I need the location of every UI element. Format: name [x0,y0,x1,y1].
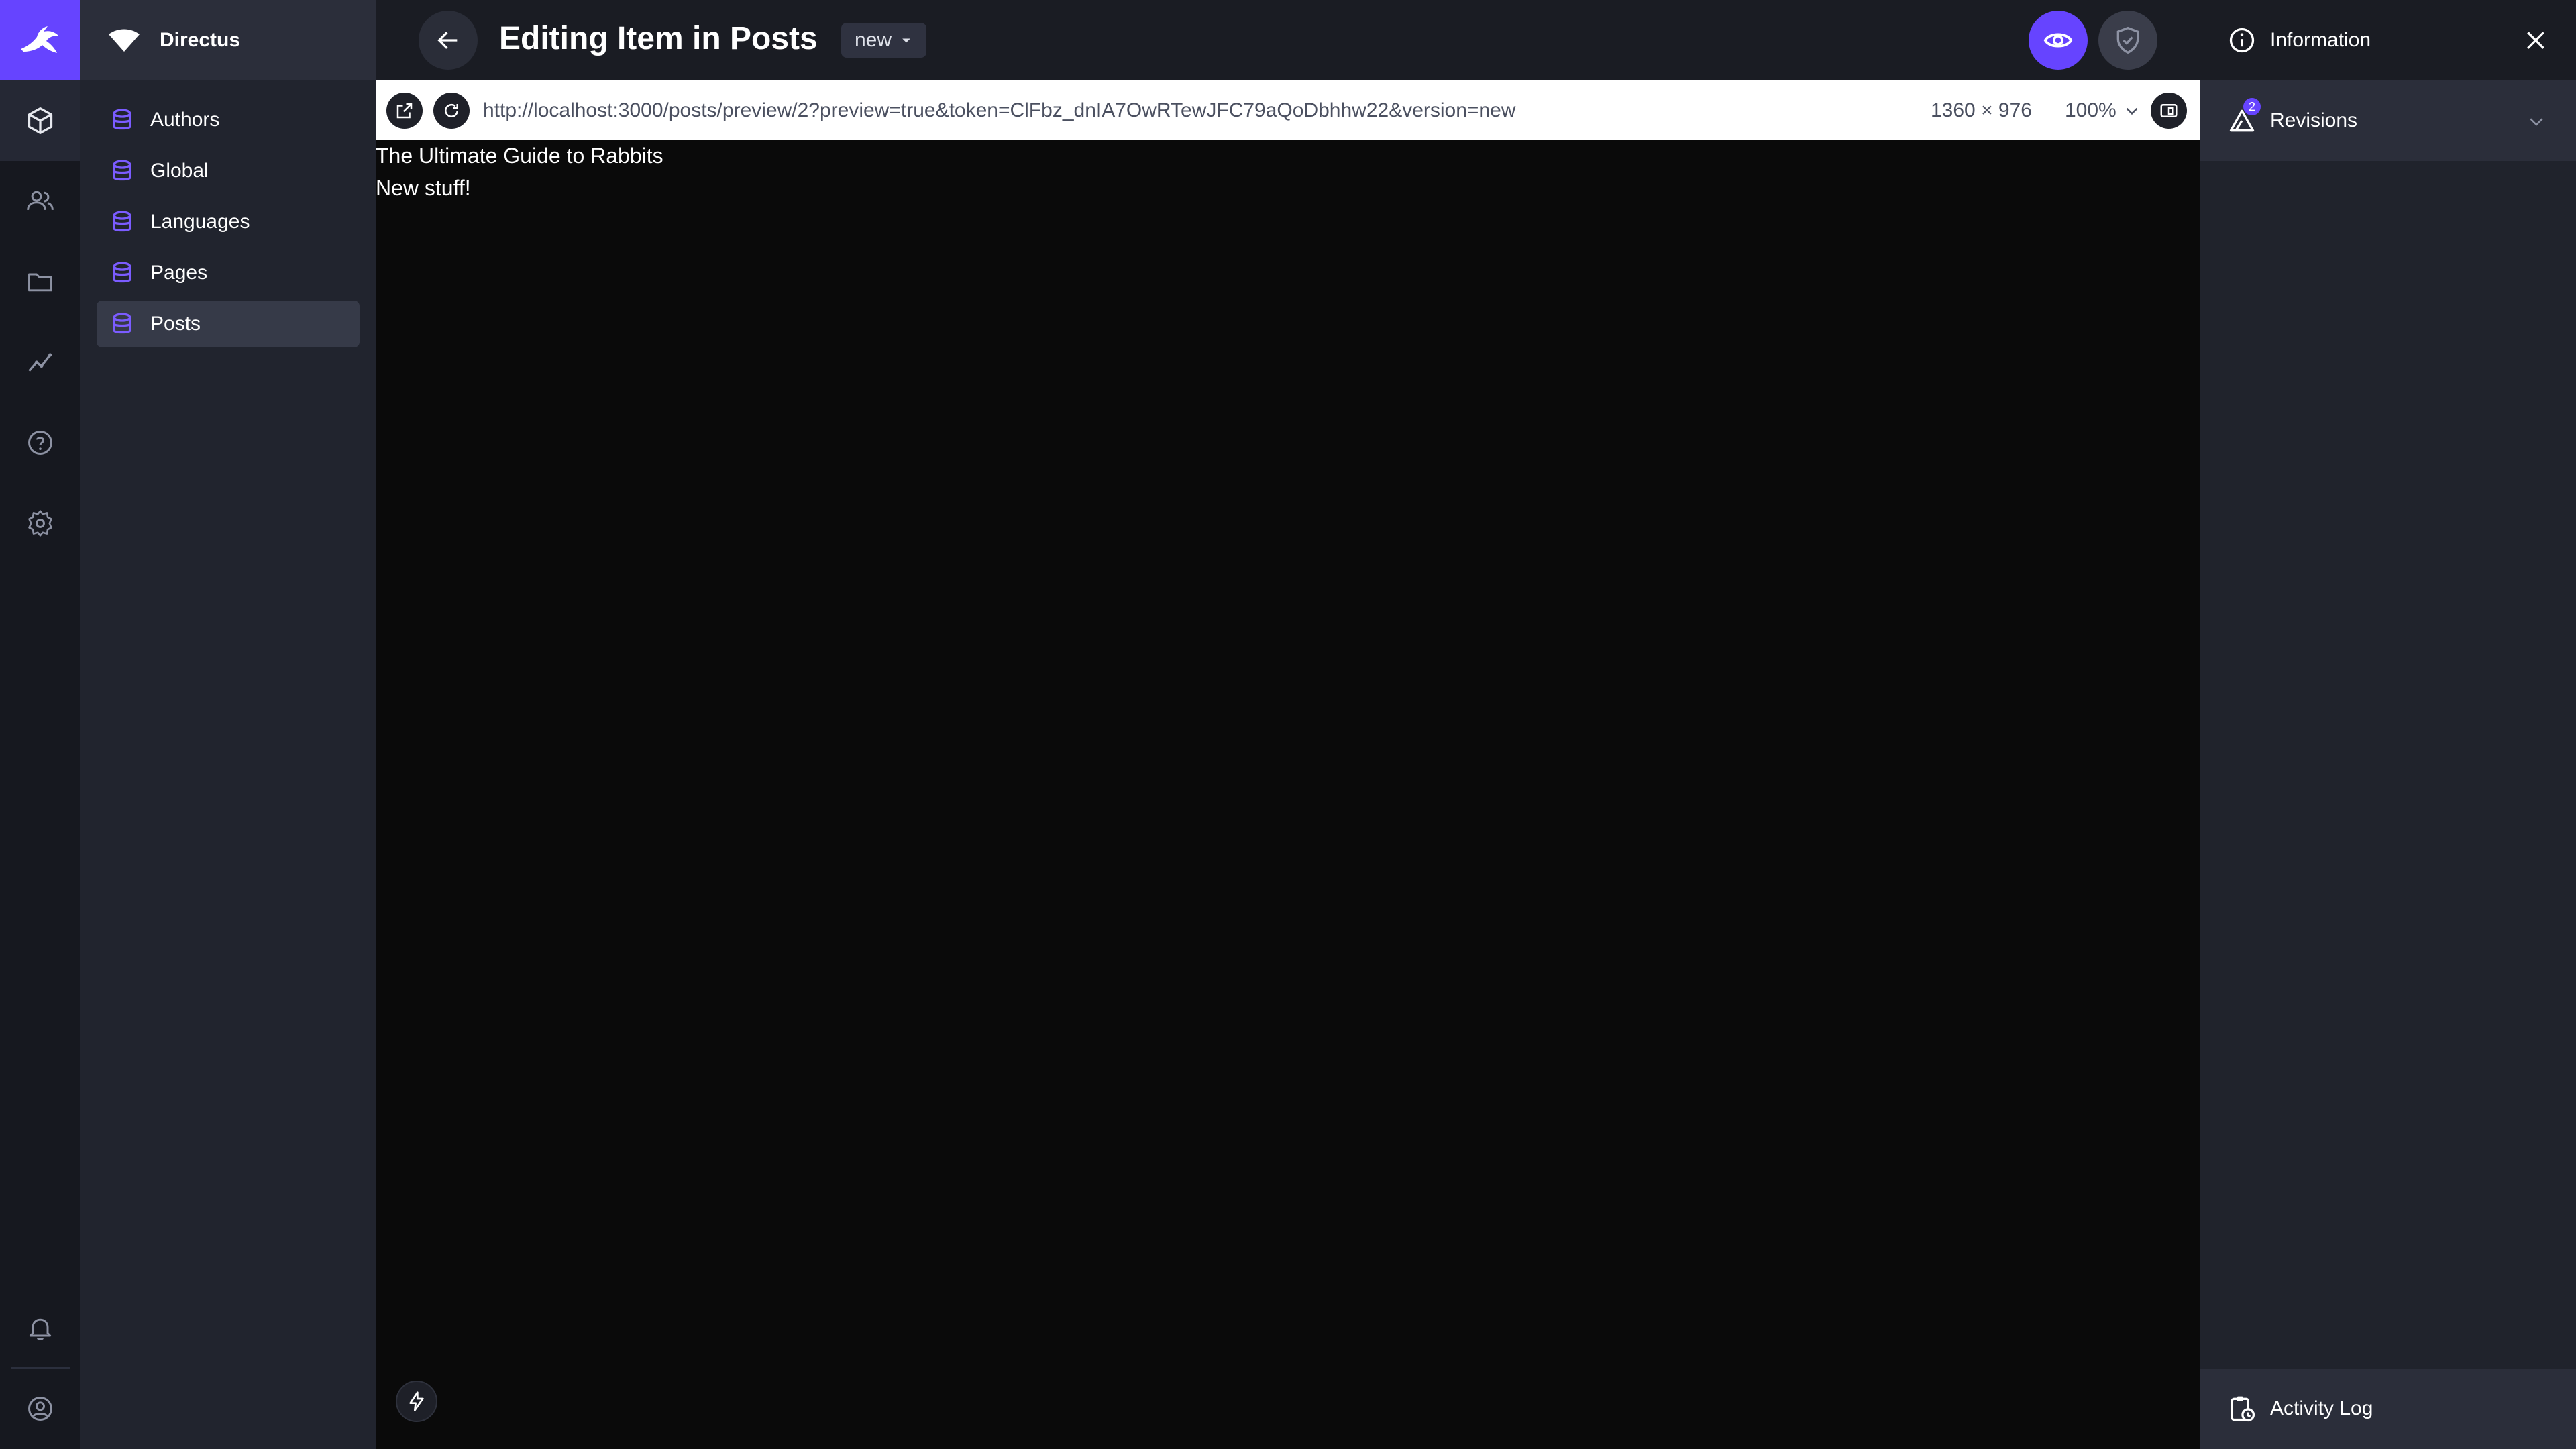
nav-item-label: Languages [150,211,250,233]
settings-module-button[interactable] [0,483,80,564]
preview-url-bar: http://localhost:3000/posts/preview/2?pr… [376,80,2200,140]
help-icon [28,431,52,455]
information-section[interactable]: Information [2200,0,2576,80]
chevron-down-icon [2530,118,2543,126]
database-icon [113,109,131,130]
caret-down-icon [902,38,910,43]
database-icon [113,160,131,181]
zoom-dropdown[interactable]: 100% [2065,99,2141,122]
save-button[interactable] [2098,11,2157,70]
page-header: Editing Item in Posts new [376,0,2200,80]
wifi-icon [109,29,140,52]
users-icon [27,191,54,210]
toggle-device-button[interactable] [2151,93,2187,129]
version-dropdown[interactable]: new [841,23,927,58]
shield-check-icon [2116,26,2139,54]
flows-button[interactable] [396,1381,437,1422]
bell-icon [29,1318,52,1340]
project-header[interactable]: Directus [80,0,376,80]
refresh-icon [445,104,458,117]
bolt-icon [409,1391,424,1411]
eye-icon [2043,33,2073,48]
activity-log-button[interactable]: Activity Log [2200,1368,2576,1449]
nav-item-posts[interactable]: Posts [97,301,360,347]
cube-icon [28,107,53,134]
help-module-button[interactable] [0,402,80,483]
preview-frame[interactable]: The Ultimate Guide to Rabbits New stuff! [376,140,2200,1449]
module-bar [0,0,80,1449]
revisions-count-badge: 2 [2243,98,2261,115]
info-icon [2229,28,2255,53]
users-module-button[interactable] [0,161,80,241]
activity-log-label: Activity Log [2270,1397,2373,1419]
project-name: Directus [160,29,241,51]
live-preview-button[interactable] [2029,11,2088,70]
database-icon [113,262,131,283]
right-sidebar: Information 2 Revisions Activity Log [2200,0,2576,1449]
database-icon [113,211,131,232]
insights-module-button[interactable] [0,322,80,402]
preview-dimensions: 1360 × 976 [1931,99,2032,121]
revisions-label: Revisions [2270,109,2358,131]
version-label: new [855,29,892,51]
back-button[interactable] [419,11,478,70]
insights-icon [28,353,52,372]
nav-item-global[interactable]: Global [97,148,360,195]
rabbit-logo-icon [21,26,58,53]
refresh-button[interactable] [433,93,470,129]
nav-item-pages[interactable]: Pages [97,250,360,297]
folder-icon [28,273,52,292]
revisions-section[interactable]: 2 Revisions [2200,80,2576,161]
directus-logo[interactable] [0,0,80,80]
nav-item-label: Pages [150,262,208,284]
information-label: Information [2270,29,2371,51]
zoom-value: 100% [2065,99,2116,121]
account-circle-icon [28,1397,52,1421]
preview-url[interactable]: http://localhost:3000/posts/preview/2?pr… [483,99,1515,122]
notifications-button[interactable] [0,1288,80,1368]
devices-icon [2160,104,2178,117]
files-module-button[interactable] [0,241,80,322]
nav-item-label: Posts [150,313,201,335]
nav-item-authors[interactable]: Authors [97,97,360,144]
content-module-button[interactable] [0,80,80,161]
app-root: Directus Authors Global Languages Pages … [0,0,2576,1449]
nav-item-label: Authors [150,109,220,131]
chevron-down-icon [2126,107,2138,115]
user-profile-button[interactable] [0,1368,80,1449]
nav-item-label: Global [150,160,209,182]
open-external-icon [396,103,413,119]
open-in-new-tab-button[interactable] [386,93,423,129]
preview-content-title: The Ultimate Guide to Rabbits [376,144,663,168]
close-icon[interactable] [2522,27,2549,54]
nav-item-languages[interactable]: Languages [97,199,360,246]
page-title: Editing Item in Posts [499,21,818,56]
database-icon [113,313,131,334]
preview-content-body: New stuff! [376,176,471,200]
navigation-sidebar: Directus Authors Global Languages Pages … [80,0,376,1449]
gear-icon [28,510,52,537]
arrow-back-icon [437,32,458,49]
clipboard-clock-icon [2231,1396,2255,1422]
